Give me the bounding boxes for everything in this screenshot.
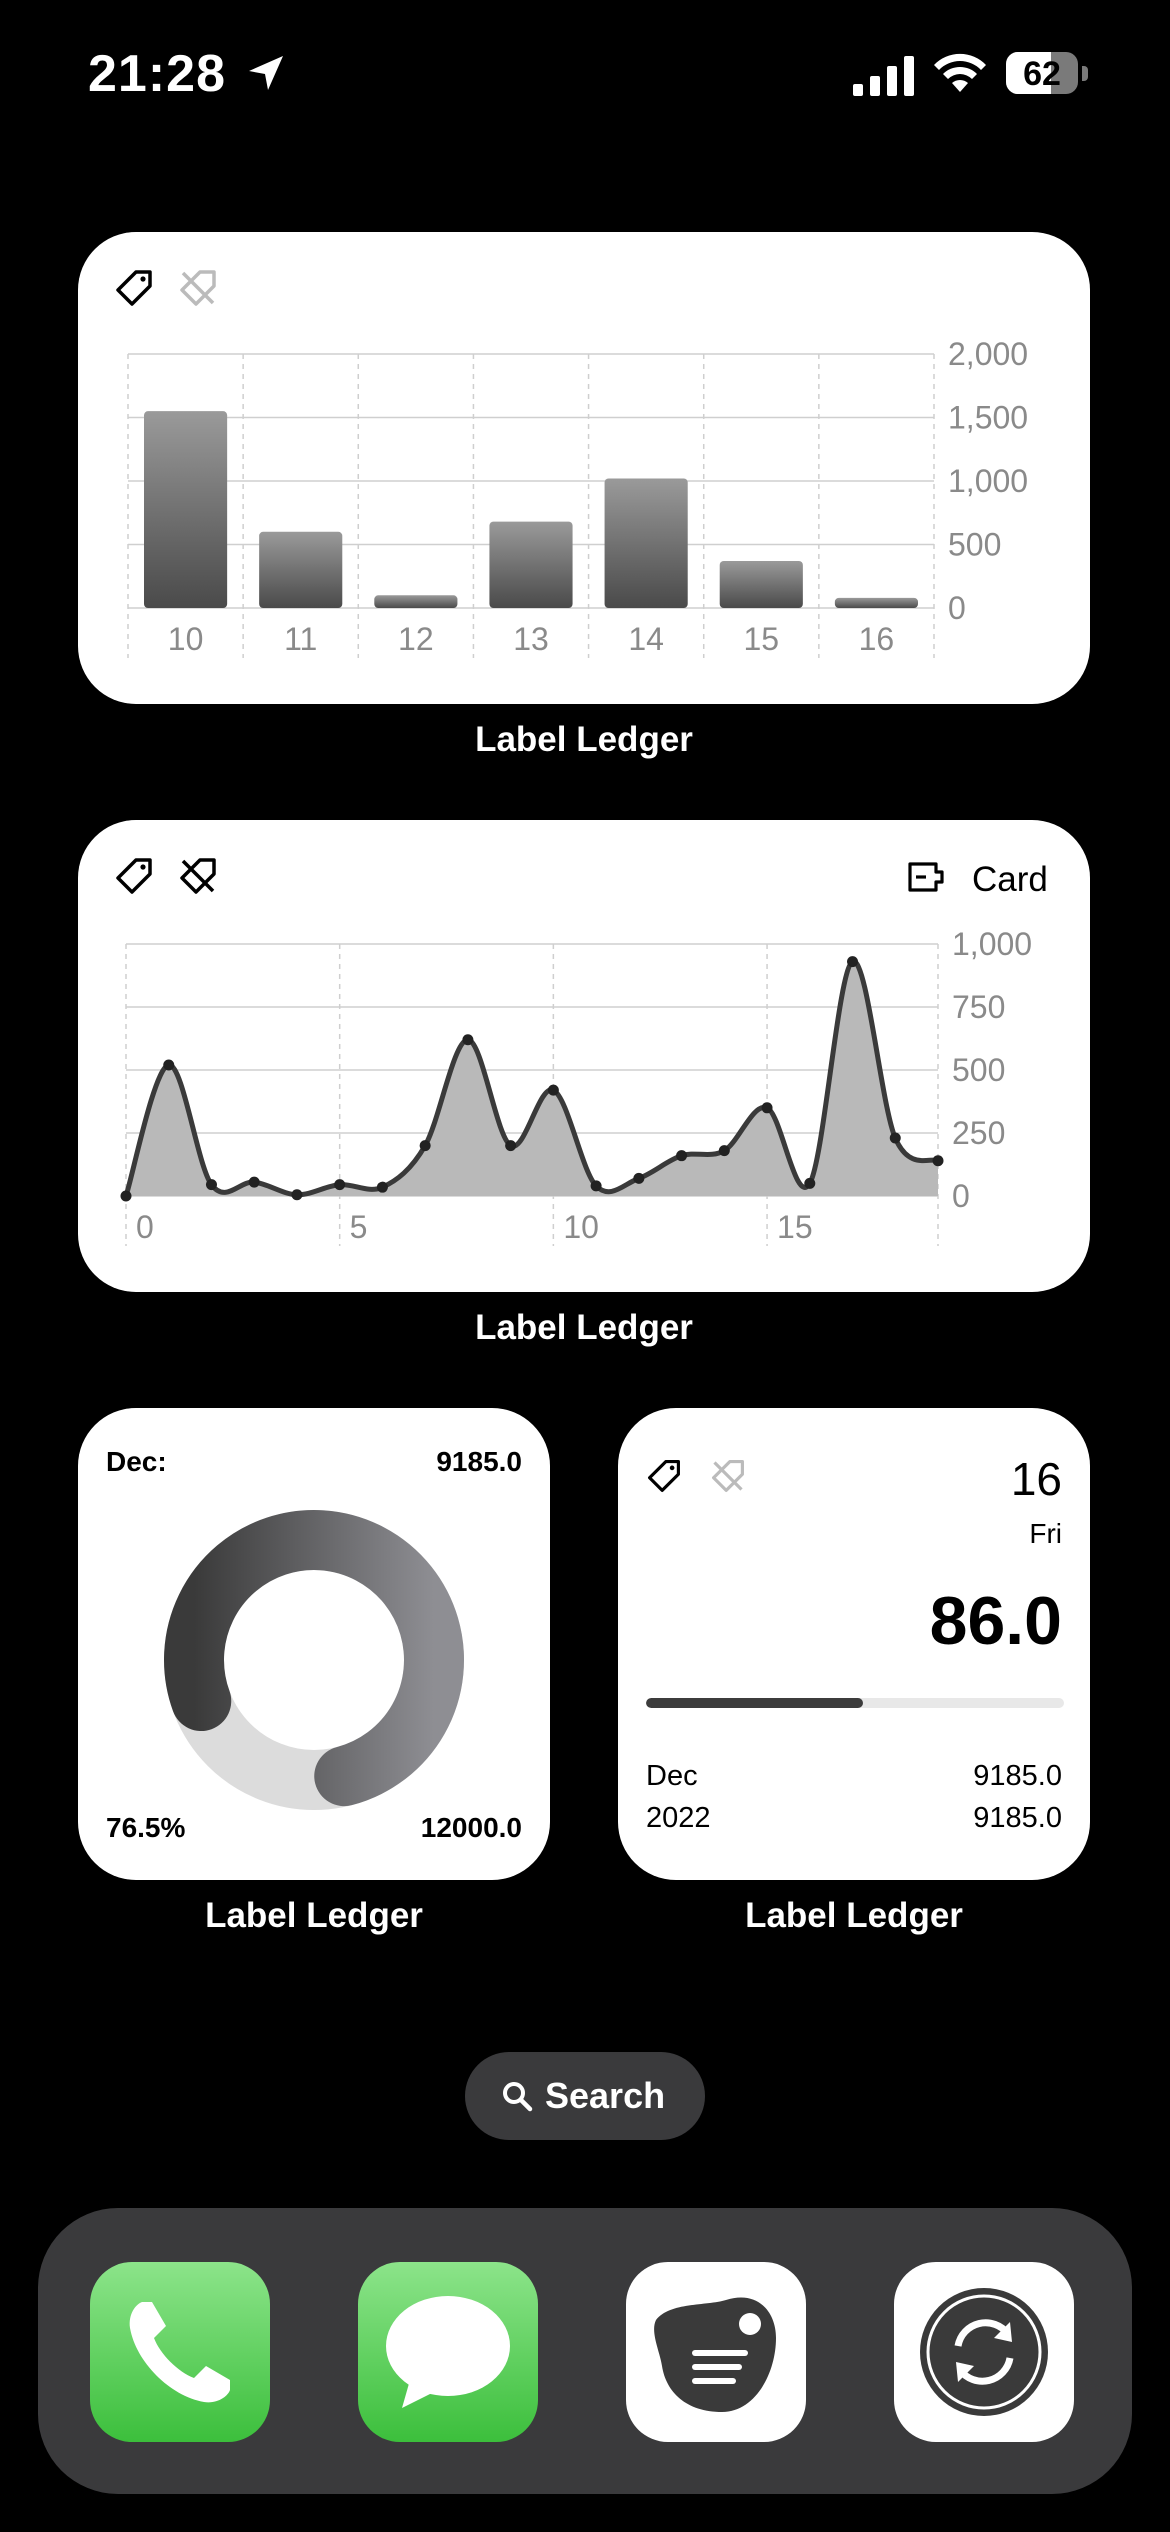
data-point xyxy=(633,1172,645,1184)
stat-row-value: 9185.0 xyxy=(973,1760,1062,1792)
dock xyxy=(38,2208,1132,2494)
widget-label: Label Ledger xyxy=(475,1308,693,1347)
x-tick-label: 5 xyxy=(350,1209,368,1245)
stat-row-name: Dec xyxy=(646,1760,698,1792)
widget-label: Label Ledger xyxy=(205,1896,423,1935)
stat-value: 86.0 xyxy=(929,1583,1062,1659)
data-point xyxy=(932,1155,944,1167)
bar xyxy=(604,478,688,608)
label-ledger-app-icon[interactable] xyxy=(626,2262,806,2442)
target-value: 12000.0 xyxy=(420,1812,522,1843)
status-time: 21:28 xyxy=(88,45,226,103)
data-point xyxy=(547,1084,559,1096)
y-tick-label: 500 xyxy=(948,527,1001,563)
data-point xyxy=(718,1145,730,1157)
y-tick-label: 1,500 xyxy=(948,400,1028,436)
battery-indicator: 62 xyxy=(1006,52,1088,96)
phone-app-icon[interactable] xyxy=(90,2262,270,2442)
data-point xyxy=(205,1179,217,1191)
y-tick-label: 2,000 xyxy=(948,336,1028,372)
x-tick-label: 10 xyxy=(168,621,204,657)
month-label: Dec: xyxy=(106,1446,167,1477)
y-tick-label: 0 xyxy=(952,1178,970,1214)
data-point xyxy=(163,1059,175,1071)
area-chart-widget[interactable]: Card 0 250 500 750 1,000 0 5 10 15 xyxy=(78,820,1090,1292)
tag-icon[interactable] xyxy=(646,1458,682,1494)
wifi-icon xyxy=(934,53,986,92)
x-tick-label: 0 xyxy=(136,1209,154,1245)
data-point xyxy=(847,956,859,968)
bar-chart: 0 500 1,000 1,500 2,000 10 11 12 13 14 15 16 xyxy=(127,336,1028,658)
data-point xyxy=(590,1180,602,1192)
sync-app-icon[interactable] xyxy=(894,2262,1074,2442)
bar-chart-widget[interactable]: 0 500 1,000 1,500 2,000 10 11 12 13 14 15 16 xyxy=(78,232,1090,704)
month-value: 9185.0 xyxy=(436,1446,522,1477)
bar xyxy=(719,561,803,608)
day-number: 16 xyxy=(1010,1453,1062,1505)
data-point xyxy=(889,1132,901,1144)
x-tick-label: 15 xyxy=(777,1209,813,1245)
data-point xyxy=(761,1102,773,1114)
donut-widget[interactable]: Dec: 9185.0 76.5% 12000.0 xyxy=(78,1408,550,1880)
bar xyxy=(834,597,918,608)
status-bar: 21:28 62 xyxy=(0,0,1170,150)
x-tick-label: 13 xyxy=(513,621,549,657)
location-arrow-icon xyxy=(249,56,283,90)
bar xyxy=(259,531,343,608)
donut-chart xyxy=(164,1510,464,1810)
y-tick-label: 250 xyxy=(952,1115,1005,1151)
stat-row: Dec 9185.0 xyxy=(646,1760,1062,1793)
widget-label: Label Ledger xyxy=(745,1896,963,1935)
data-point xyxy=(120,1190,132,1202)
y-tick-label: 0 xyxy=(948,590,966,626)
tag-slash-icon[interactable] xyxy=(710,1458,746,1494)
data-point xyxy=(291,1189,303,1201)
weekday: Fri xyxy=(1029,1518,1062,1549)
search-label: Search xyxy=(545,2075,666,2116)
bar xyxy=(489,521,573,608)
data-point xyxy=(419,1140,431,1152)
search-icon xyxy=(503,2082,533,2112)
x-tick-label: 14 xyxy=(628,621,664,657)
messages-app-icon[interactable] xyxy=(358,2262,538,2442)
data-point xyxy=(804,1177,816,1189)
data-point xyxy=(462,1034,474,1046)
stat-widget[interactable]: 16 Fri 86.0 Dec 9185.0 2022 9185.0 xyxy=(618,1408,1090,1880)
data-point xyxy=(676,1150,688,1162)
stat-row-name: 2022 xyxy=(646,1802,711,1834)
data-point xyxy=(376,1181,388,1193)
bar xyxy=(144,411,228,608)
y-tick-label: 500 xyxy=(952,1052,1005,1088)
data-point xyxy=(334,1179,346,1191)
widget-label: Label Ledger xyxy=(475,720,693,759)
x-tick-label: 15 xyxy=(743,621,779,657)
battery-percent: 62 xyxy=(1023,55,1061,93)
stat-progress-bar xyxy=(646,1698,1064,1708)
area-chart: 0 250 500 750 1,000 0 5 10 15 xyxy=(120,926,1032,1246)
x-tick-label: 12 xyxy=(398,621,434,657)
data-point xyxy=(248,1176,260,1188)
percent-label: 76.5% xyxy=(106,1812,186,1843)
x-tick-label: 11 xyxy=(284,621,317,657)
y-tick-label: 1,000 xyxy=(948,463,1028,499)
search-button[interactable]: Search xyxy=(465,2052,705,2140)
stat-row-value: 9185.0 xyxy=(973,1802,1062,1834)
x-tick-label: 10 xyxy=(563,1209,599,1245)
data-point xyxy=(505,1140,517,1152)
bar xyxy=(374,595,458,608)
cellular-signal-icon xyxy=(853,56,914,96)
y-tick-label: 1,000 xyxy=(952,926,1032,962)
stat-row: 2022 9185.0 xyxy=(646,1802,1062,1835)
y-tick-label: 750 xyxy=(952,989,1005,1025)
x-tick-label: 16 xyxy=(859,621,895,657)
